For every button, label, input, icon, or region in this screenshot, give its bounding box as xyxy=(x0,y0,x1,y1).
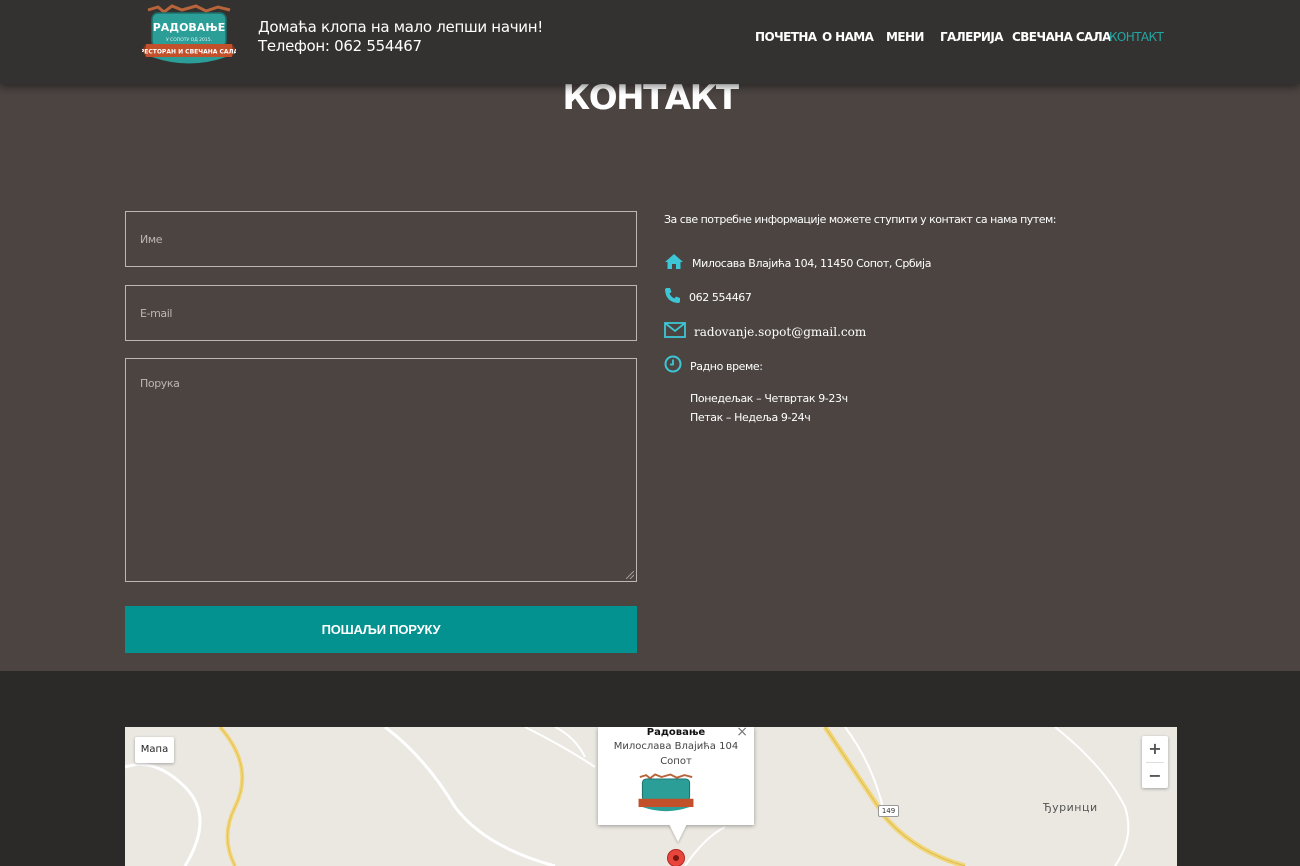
message-textarea[interactable]: Порука xyxy=(125,358,637,582)
zoom-in-button[interactable]: + xyxy=(1142,736,1168,762)
map-type-button[interactable]: Мапа xyxy=(135,737,174,763)
google-map[interactable]: Мапа + − 149 Ђуринци Радовање Милослава … xyxy=(125,727,1177,866)
nav-item-home[interactable]: ПОЧЕТНА xyxy=(755,30,817,44)
name-placeholder: Име xyxy=(140,233,163,246)
email-field[interactable]: E-mail xyxy=(125,285,637,341)
zoom-out-button[interactable]: − xyxy=(1142,763,1168,789)
map-info-window: Радовање Милослава Влајића 104 Сопот × xyxy=(598,727,754,825)
hours-label: Радно време: xyxy=(690,360,763,373)
main-nav: ПОЧЕТНА О НАМА МЕНИ ГАЛЕРИЈА СВЕЧАНА САЛ… xyxy=(0,30,1300,46)
phone-icon xyxy=(665,288,680,303)
nav-item-menu[interactable]: МЕНИ xyxy=(886,30,924,44)
hours-list: Понедељак – Четвртак 9-23ч Петак – Недељ… xyxy=(690,389,848,427)
nav-item-gallery[interactable]: ГАЛЕРИЈА xyxy=(940,30,1003,44)
email-placeholder: E-mail xyxy=(140,307,173,320)
message-placeholder: Порука xyxy=(140,377,180,390)
contact-intro: За све потребне информације можете ступи… xyxy=(664,213,1057,226)
home-icon xyxy=(665,254,683,269)
site-header: РАДОВАЊЕ У СОПОТУ ОД 2015. РЕСТОРАН И СВЕЧ… xyxy=(0,0,1300,84)
nav-item-about[interactable]: О НАМА xyxy=(822,30,874,44)
send-message-button[interactable]: ПОШАЉИ ПОРУКУ xyxy=(125,606,637,653)
hours-weekdays: Понедељак – Четвртак 9-23ч xyxy=(690,392,848,405)
address-text: Милосава Влајића 104, 11450 Сопот, Србиј… xyxy=(692,257,932,270)
info-window-title: Радовање xyxy=(646,727,706,738)
road-number-badge: 149 xyxy=(878,805,899,817)
logo-lettering: РЕСТОРАН И СВЕЧАНА САЛА xyxy=(142,49,236,56)
info-window-city: Сопот xyxy=(660,756,692,767)
info-window-logo xyxy=(638,773,694,812)
email-link[interactable]: radovanje.sopot@gmail.com xyxy=(694,325,866,339)
zoom-controls: + − xyxy=(1142,736,1168,788)
page-title: КОНТАКТ xyxy=(562,78,739,118)
clock-icon xyxy=(664,355,682,373)
info-window-street: Милослава Влајића 104 xyxy=(613,741,739,752)
location-marker-icon[interactable] xyxy=(667,849,685,866)
envelope-icon xyxy=(664,322,686,338)
nav-item-banquet-hall[interactable]: СВЕЧАНА САЛА xyxy=(1012,30,1111,44)
name-field[interactable]: Име xyxy=(125,211,637,267)
info-window-address: Милослава Влајића 104 Сопот xyxy=(598,739,754,769)
hours-weekend: Петак – Недеља 9-24ч xyxy=(690,411,811,424)
close-icon[interactable]: × xyxy=(736,727,748,740)
town-label: Ђуринци xyxy=(1043,801,1098,814)
resize-handle[interactable] xyxy=(626,571,634,579)
info-window-pointer xyxy=(669,824,687,842)
phone-text[interactable]: 062 554467 xyxy=(689,291,752,304)
nav-item-contact[interactable]: КОНТАКТ xyxy=(1109,30,1164,44)
